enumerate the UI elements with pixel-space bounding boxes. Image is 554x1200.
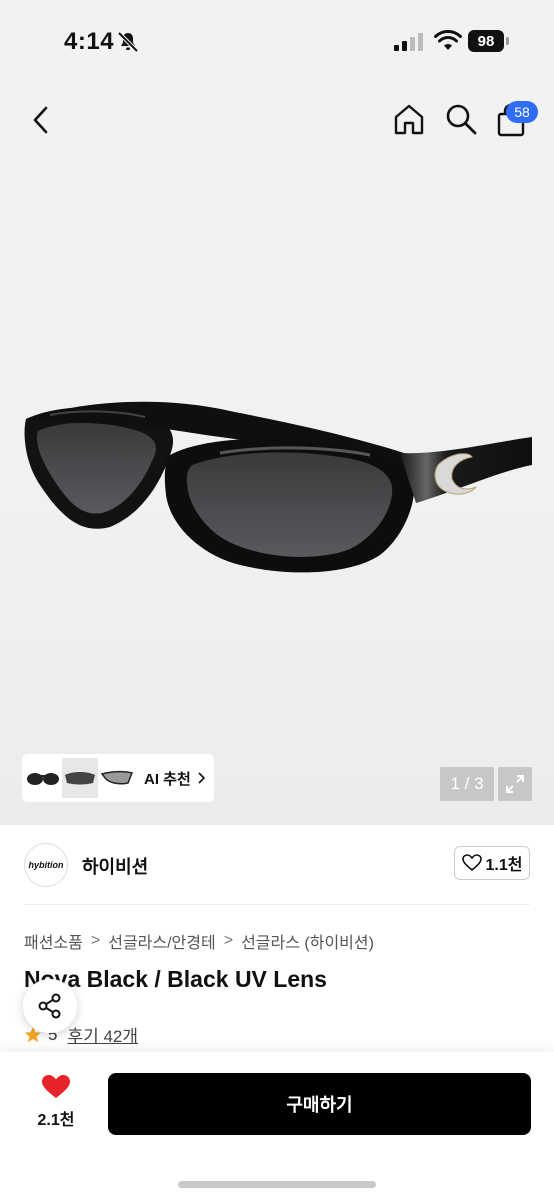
breadcrumb-separator: > bbox=[90, 932, 101, 949]
sunglasses-thumb-icon bbox=[27, 773, 59, 785]
breadcrumb-item[interactable]: 선글라스 (하이비션) bbox=[241, 929, 374, 953]
product-image[interactable] bbox=[20, 395, 534, 585]
breadcrumb-item[interactable]: 패션소품 bbox=[24, 929, 83, 953]
home-indicator bbox=[178, 1181, 376, 1188]
status-time: 4:14 bbox=[64, 28, 115, 55]
heart-outline-icon bbox=[461, 854, 482, 872]
seller-like-count: 1.1천 bbox=[485, 857, 523, 874]
thumbnail-2[interactable] bbox=[62, 758, 98, 798]
review-link[interactable]: 후기 42개 bbox=[67, 1022, 138, 1047]
back-icon[interactable] bbox=[28, 104, 56, 136]
battery-tip bbox=[506, 37, 509, 45]
thumbnail-strip: AI 추천 bbox=[22, 754, 214, 802]
expand-icon bbox=[506, 775, 524, 793]
seller-logo[interactable]: hybition bbox=[24, 843, 68, 887]
breadcrumb: 패션소품 > 선글라스/안경테 > 선글라스 (하이비션) bbox=[24, 929, 374, 953]
wishlist-button[interactable]: 2.1천 bbox=[26, 1074, 86, 1130]
seller-like-button[interactable]: 1.1천 bbox=[454, 846, 530, 880]
battery-level: 98 bbox=[468, 30, 504, 52]
home-icon[interactable] bbox=[392, 102, 426, 136]
wish-count: 2.1천 bbox=[37, 1112, 75, 1129]
expand-image-button[interactable] bbox=[498, 767, 532, 801]
share-icon bbox=[38, 993, 61, 1019]
thumbnail-3[interactable] bbox=[99, 758, 135, 798]
battery-icon: 98 bbox=[468, 30, 510, 52]
buy-button[interactable]: 구매하기 bbox=[108, 1073, 531, 1135]
sunglasses-thumb-icon bbox=[100, 770, 133, 785]
status-bar: 4:14 98 bbox=[0, 0, 554, 80]
bell-slash-icon bbox=[117, 31, 139, 53]
heart-filled-icon bbox=[42, 1075, 70, 1098]
thumbnail-1[interactable] bbox=[25, 758, 61, 798]
signal-icon bbox=[394, 33, 423, 51]
breadcrumb-item[interactable]: 선글라스/안경테 bbox=[108, 929, 216, 953]
ai-recommend-label: AI 추천 bbox=[144, 770, 191, 788]
search-icon[interactable] bbox=[444, 102, 478, 136]
breadcrumb-separator: > bbox=[223, 932, 234, 949]
ai-recommend-link[interactable]: AI 추천 bbox=[144, 768, 205, 789]
wifi-icon bbox=[434, 30, 462, 50]
share-button[interactable] bbox=[23, 979, 77, 1033]
sunglasses-thumb-icon bbox=[65, 772, 95, 785]
chevron-right-icon bbox=[198, 772, 205, 784]
divider bbox=[24, 904, 530, 905]
image-page-indicator: 1 / 3 bbox=[440, 767, 494, 801]
cart-badge: 58 bbox=[506, 101, 538, 123]
seller-name[interactable]: 하이비션 bbox=[82, 853, 148, 879]
